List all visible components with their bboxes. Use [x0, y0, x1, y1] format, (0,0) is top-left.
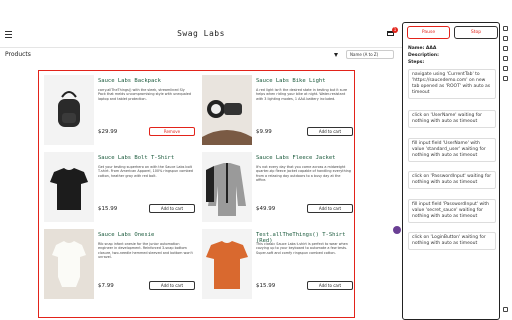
pause-button[interactable]: Pause — [407, 26, 450, 39]
inventory-item: Sauce Labs Bike Light A red light isn't … — [199, 73, 354, 148]
list-icon[interactable] — [503, 66, 508, 71]
app-logo: Swag Labs — [177, 29, 225, 38]
step-item[interactable]: click on 'LoginButton' waiting for nothi… — [408, 232, 496, 250]
item-name[interactable]: Sauce Labs Backpack — [98, 78, 194, 84]
recording-name: Name: AAA — [408, 46, 437, 51]
products-header: Products Name (A to Z) — [0, 48, 402, 64]
item-description: It's not every day that you come across … — [256, 165, 351, 182]
add-to-cart-button[interactable]: Add to cart — [307, 281, 353, 290]
recording-description: Description: — [408, 53, 439, 58]
grid-icon[interactable] — [503, 76, 508, 81]
folder-icon[interactable] — [503, 56, 508, 61]
backpack-image[interactable] — [44, 75, 94, 145]
remove-button[interactable]: Remove — [149, 127, 195, 136]
app-header: Swag Labs 1 — [0, 0, 402, 48]
inventory-item: Test.allTheThings() T-Shirt (Red) This c… — [199, 227, 354, 302]
inventory-item: Sauce Labs Backpack carry.allTheThings()… — [41, 73, 199, 148]
item-name[interactable]: Sauce Labs Fleece Jacket — [256, 155, 352, 161]
item-description: Get your testing superhero on with the S… — [98, 165, 193, 178]
onesie-image[interactable] — [44, 229, 94, 299]
item-name[interactable]: Sauce Labs Bike Light — [256, 78, 352, 84]
item-name[interactable]: Sauce Labs Bolt T-Shirt — [98, 155, 194, 161]
step-item[interactable]: navigate using 'CurrentTab' to 'https://… — [408, 69, 496, 99]
copy-icon[interactable] — [503, 36, 508, 41]
item-price: $15.99 — [98, 206, 118, 212]
save-icon[interactable] — [503, 46, 508, 51]
sort-select[interactable]: Name (A to Z) — [346, 50, 394, 59]
bolt-tshirt-image[interactable] — [44, 152, 94, 222]
item-description: Rib snap infant onesie for the junior au… — [98, 242, 193, 259]
item-name[interactable]: Sauce Labs Onesie — [98, 232, 194, 238]
recorder-toolbar — [500, 22, 512, 320]
add-to-cart-button[interactable]: Add to cart — [307, 204, 353, 213]
inventory-item: Sauce Labs Fleece Jacket It's not every … — [199, 150, 354, 225]
item-price: $29.99 — [98, 129, 118, 135]
bike-light-image[interactable] — [202, 75, 252, 145]
cart-badge: 1 — [392, 27, 398, 33]
step-item[interactable]: click on 'PasswordInput' waiting for not… — [408, 171, 496, 189]
record-icon[interactable] — [503, 26, 508, 31]
steps-heading: Steps: — [408, 60, 425, 65]
inventory-list: Sauce Labs Backpack carry.allTheThings()… — [38, 70, 355, 318]
step-item[interactable]: fill input field 'PasswordInput' with va… — [408, 199, 496, 223]
page: Swag Labs 1 Products Name (A to Z) Sauce… — [0, 0, 512, 320]
inventory-item: Sauce Labs Bolt T-Shirt Get your testing… — [41, 150, 199, 225]
recorder-panel: Pause Stop Name: AAA Description: Steps:… — [402, 22, 500, 320]
add-to-cart-button[interactable]: Add to cart — [307, 127, 353, 136]
filter-icon — [334, 53, 338, 57]
inventory-item: Sauce Labs Onesie Rib snap infant onesie… — [41, 227, 199, 302]
recorder-indicator-icon[interactable] — [393, 226, 401, 234]
item-price: $49.99 — [256, 206, 276, 212]
item-description: carry.allTheThings() with the sleek, str… — [98, 88, 192, 101]
shopping-cart-icon[interactable]: 1 — [387, 27, 398, 38]
red-tshirt-image[interactable] — [202, 229, 252, 299]
item-price: $9.99 — [256, 129, 272, 135]
item-price: $15.99 — [256, 283, 276, 289]
step-item[interactable]: click on 'UserName' waiting for nothing … — [408, 110, 496, 128]
item-price: $7.99 — [98, 283, 114, 289]
stop-button[interactable]: Stop — [454, 26, 498, 39]
item-description: This classic Sauce Labs t-shirt is perfe… — [256, 242, 348, 255]
fleece-jacket-image[interactable] — [202, 152, 252, 222]
settings-icon[interactable] — [503, 307, 508, 312]
item-description: A red light isn't the desired state in t… — [256, 88, 348, 101]
add-to-cart-button[interactable]: Add to cart — [149, 204, 195, 213]
add-to-cart-button[interactable]: Add to cart — [149, 281, 195, 290]
page-title: Products — [5, 51, 31, 58]
step-item[interactable]: fill input field 'UserName' with value '… — [408, 138, 496, 162]
